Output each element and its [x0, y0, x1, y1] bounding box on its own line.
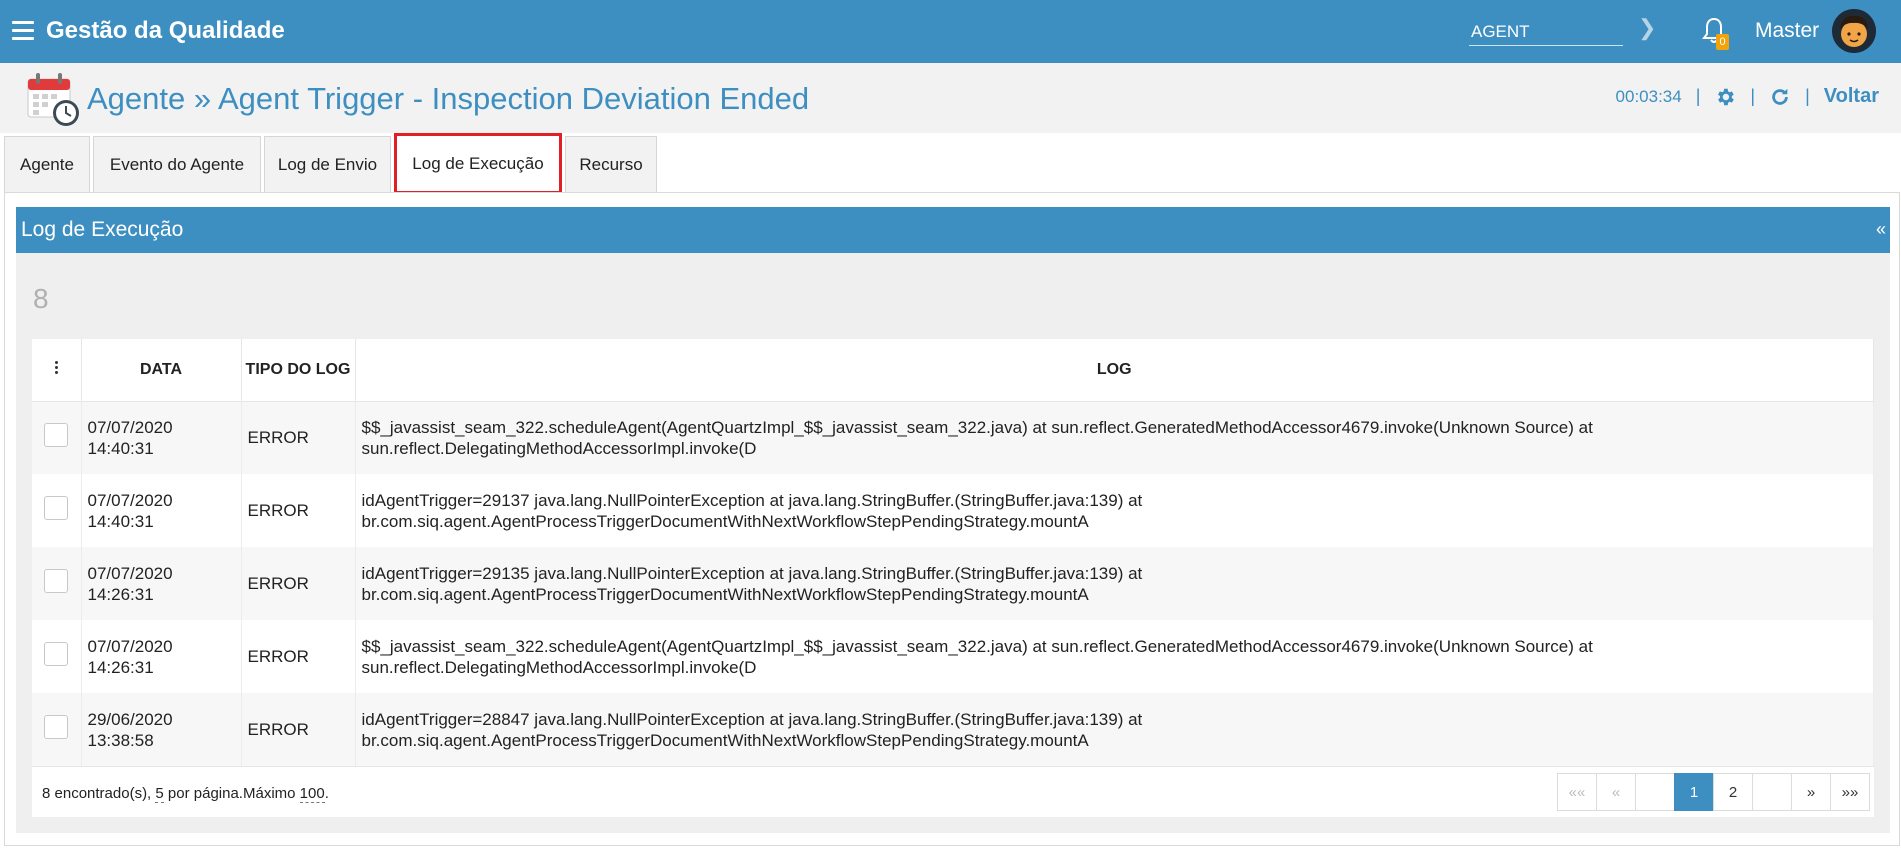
next-page-button[interactable]: »	[1791, 773, 1831, 811]
cell-data: 29/06/2020 13:38:58	[81, 693, 242, 766]
cell-log: idAgentTrigger=29137 java.lang.NullPoint…	[355, 474, 1874, 547]
cell-data: 07/07/2020 14:40:31	[81, 474, 242, 547]
tab-log-de-envio[interactable]: Log de Envio	[264, 136, 391, 192]
cell-data: 07/07/2020 14:26:31	[81, 620, 242, 693]
page-button-2[interactable]: 2	[1713, 773, 1753, 811]
row-checkbox[interactable]	[44, 496, 69, 520]
row-checkbox[interactable]	[44, 715, 69, 739]
cell-date: 07/07/2020	[87, 563, 173, 583]
tab-evento-do-agente[interactable]: Evento do Agente	[93, 136, 261, 192]
results-found: 8 encontrado(s),	[42, 785, 156, 802]
column-menu[interactable]	[32, 339, 82, 402]
cell-tipo: ERROR	[241, 547, 356, 620]
table-row[interactable]: 29/06/2020 13:38:58 ERROR idAgentTrigger=…	[32, 693, 1874, 766]
notification-badge: 0	[1716, 34, 1729, 50]
divider: |	[1805, 86, 1810, 106]
cell-date: 29/06/2020	[87, 709, 173, 729]
header-actions: 00:03:34 | | | Voltar	[1616, 85, 1879, 108]
pager-spacer	[1635, 773, 1675, 811]
gear-icon[interactable]	[1714, 86, 1736, 108]
row-checkbox[interactable]	[44, 423, 69, 448]
calendar-clock-icon	[27, 73, 79, 126]
session-timer: 00:03:34	[1615, 86, 1682, 106]
table-row[interactable]: 07/07/2020 14:26:31 ERROR $$_javassist_se…	[32, 620, 1874, 693]
back-button[interactable]: Voltar	[1824, 85, 1879, 108]
log-table: DATA TIPO DO LOG LOG 07/07/2020 14:40:31 …	[32, 339, 1874, 817]
more-vertical-icon[interactable]	[54, 359, 58, 376]
table-row[interactable]: 07/07/2020 14:40:31 ERROR $$_javassist_se…	[32, 401, 1874, 474]
cell-tipo: ERROR	[241, 474, 356, 547]
prev-page-button[interactable]: «	[1596, 773, 1636, 811]
row-checkbox[interactable]	[44, 642, 69, 666]
cell-time: 14:40:31	[87, 438, 154, 458]
first-page-button[interactable]: ««	[1557, 773, 1597, 811]
hamburger-menu-icon[interactable]	[12, 21, 34, 41]
user-name[interactable]: Master	[1755, 19, 1819, 43]
per-page-selector[interactable]: 5	[155, 785, 164, 803]
cell-data: 07/07/2020 14:40:31	[81, 401, 242, 474]
summary-end: .	[324, 785, 329, 802]
page-title: Agente » Agent Trigger - Inspection Devi…	[87, 81, 810, 116]
collapse-icon[interactable]: «	[1876, 219, 1886, 240]
last-page-button[interactable]: »»	[1830, 773, 1870, 811]
pager-spacer	[1752, 773, 1792, 811]
panel-title: Log de Execução	[21, 218, 184, 241]
cell-date: 07/07/2020	[87, 417, 173, 437]
table-header-row: DATA TIPO DO LOG LOG	[32, 339, 1874, 402]
column-header-data[interactable]: DATA	[81, 339, 242, 402]
per-page-label: por página.Máximo	[163, 785, 300, 802]
cell-data: 07/07/2020 14:26:31	[81, 547, 242, 620]
cell-time: 14:40:31	[87, 511, 154, 531]
cell-time: 13:38:58	[87, 730, 154, 750]
table-footer: 8 encontrado(s), 5 por página.Máximo 100…	[32, 766, 1874, 817]
cell-log: $$_javassist_seam_322.scheduleAgent(Agen…	[355, 620, 1874, 693]
panel-header: Log de Execução «	[16, 207, 1890, 253]
avatar[interactable]	[1832, 9, 1876, 53]
max-selector[interactable]: 100	[299, 785, 325, 803]
cell-tipo: ERROR	[241, 693, 356, 766]
divider: |	[1695, 86, 1701, 106]
cell-time: 14:26:31	[87, 584, 154, 604]
column-header-log[interactable]: LOG	[355, 339, 1874, 402]
table-row[interactable]: 07/07/2020 14:26:31 ERROR idAgentTrigger=…	[32, 547, 1874, 620]
app-title: Gestão da Qualidade	[46, 17, 285, 44]
cell-tipo: ERROR	[241, 401, 356, 474]
cell-time: 14:26:31	[87, 657, 154, 677]
cell-tipo: ERROR	[241, 620, 356, 693]
tab-bar: Agente Evento do Agente Log de Envio Log…	[0, 133, 1901, 194]
tab-agente[interactable]: Agente	[4, 136, 90, 192]
refresh-icon[interactable]	[1769, 86, 1791, 108]
cell-log: idAgentTrigger=28847 java.lang.NullPoint…	[355, 693, 1874, 766]
top-bar: Gestão da Qualidade ❯ 0 Master	[0, 0, 1901, 63]
chevron-right-icon[interactable]: ❯	[1638, 15, 1656, 41]
row-checkbox[interactable]	[44, 569, 69, 593]
record-count: 8	[33, 283, 49, 314]
cell-date: 07/07/2020	[87, 490, 173, 510]
page-button-1[interactable]: 1	[1674, 773, 1714, 811]
pagination: «« « 1 2 » »»	[1557, 773, 1870, 811]
column-header-tipo[interactable]: TIPO DO LOG	[241, 339, 356, 402]
cell-log: $$_javassist_seam_322.scheduleAgent(Agen…	[355, 401, 1874, 474]
results-summary: 8 encontrado(s), 5 por página.Máximo 100…	[42, 785, 329, 803]
tab-recurso[interactable]: Recurso	[565, 136, 657, 192]
cell-log: idAgentTrigger=29135 java.lang.NullPoint…	[355, 547, 1874, 620]
search-input[interactable]	[1469, 14, 1623, 46]
tab-log-de-execucao[interactable]: Log de Execução	[394, 133, 562, 194]
table-row[interactable]: 07/07/2020 14:40:31 ERROR idAgentTrigger=…	[32, 474, 1874, 547]
divider: |	[1750, 86, 1756, 106]
cell-date: 07/07/2020	[87, 636, 173, 656]
page-header: Agente » Agent Trigger - Inspection Devi…	[0, 63, 1901, 133]
